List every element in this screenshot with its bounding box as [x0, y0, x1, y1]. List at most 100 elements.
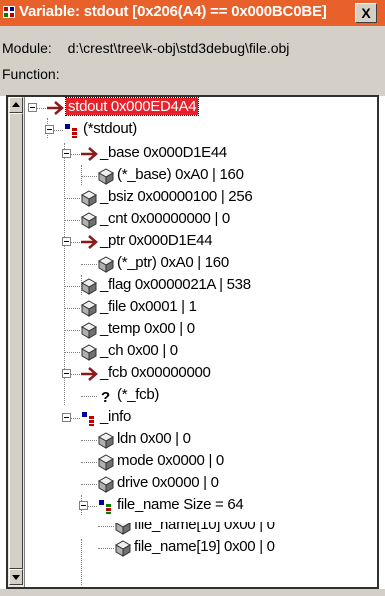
tree-connector [64, 198, 80, 199]
tree-node-label[interactable]: _info [100, 408, 131, 425]
tree-view[interactable]: stdout 0x000ED4A4 (*stdout) _base 0x000D1E… [26, 97, 377, 587]
tree-row[interactable]: _bsiz 0x00000100 | 256 [26, 187, 377, 209]
tree-connector [71, 242, 80, 243]
tree-connector [54, 130, 63, 131]
variable-window-icon [3, 6, 15, 18]
tree-node-label[interactable]: stdout 0x000ED4A4 [64, 97, 200, 116]
value-cube-icon [97, 255, 115, 273]
tree-connector [81, 440, 97, 441]
vertical-scrollbar[interactable] [8, 97, 25, 587]
value-cube-icon [80, 189, 98, 207]
pointer-arrow-icon [80, 365, 98, 383]
module-line: Module: d:\crest\tree\k-obj\std3debug\fi… [2, 40, 289, 56]
tree-connector [71, 418, 80, 419]
tree-row[interactable]: _info [26, 407, 377, 429]
module-path: d:\crest\tree\k-obj\std3debug\file.obj [67, 40, 290, 56]
tree-connector [81, 462, 97, 463]
tree-node-label[interactable]: ldn 0x00 | 0 [117, 430, 191, 447]
tree-connector [64, 352, 80, 353]
tree-row[interactable]: _ptr 0x000D1E44 [26, 231, 377, 253]
tree-node-label[interactable]: _cnt 0x00000000 | 0 [100, 210, 230, 227]
tree-row[interactable]: _ch 0x00 | 0 [26, 341, 377, 363]
window-title: Variable: stdout [0x206(A4) == 0x000BC0B… [19, 3, 327, 20]
tree-row[interactable]: file_name Size = 64 [26, 495, 377, 517]
tree-row[interactable]: (*_base) 0xA0 | 160 [26, 165, 377, 187]
close-button[interactable]: X [355, 3, 377, 23]
tree-row[interactable]: (*_ptr) 0xA0 | 160 [26, 253, 377, 275]
tree-node-label[interactable]: _bsiz 0x00000100 | 256 [100, 188, 253, 205]
tree-node-label[interactable]: drive 0x0000 | 0 [117, 474, 219, 491]
tree-connector [64, 308, 80, 309]
tree-row[interactable]: drive 0x0000 | 0 [26, 473, 377, 495]
value-cube-icon [80, 211, 98, 229]
window-bottom-edge [0, 589, 385, 596]
value-cube-icon [97, 475, 115, 493]
value-cube-icon [80, 277, 98, 295]
arrow-down-icon [12, 575, 20, 580]
scrollbar-thumb[interactable] [9, 113, 23, 569]
tree-node-label[interactable]: _ch 0x00 | 0 [100, 342, 178, 359]
tree-node-label[interactable]: file_name Size = 64 [117, 496, 244, 513]
function-label: Function: [2, 66, 60, 82]
collapse-toggle[interactable] [28, 103, 37, 112]
tree-row[interactable]: ldn 0x00 | 0 [26, 429, 377, 451]
value-cube-icon [80, 299, 98, 317]
arrow-up-icon [12, 102, 20, 107]
tree-node-label[interactable]: _file 0x0001 | 1 [100, 298, 197, 315]
tree-row[interactable]: file_name[10] 0x00 | 0 [26, 515, 377, 537]
tree-node-label[interactable]: file_name[10] 0x00 | 0 [134, 522, 275, 533]
scroll-up-button[interactable] [9, 97, 23, 113]
tree-connector [71, 374, 80, 375]
tree-connector [64, 220, 80, 221]
tree-node-label[interactable]: mode 0x0000 | 0 [117, 452, 224, 469]
tree-node-label[interactable]: (*stdout) [83, 120, 137, 137]
tree-node-label[interactable]: (*_fcb) [117, 386, 159, 403]
tree-connector [98, 526, 114, 527]
info-panel: Module: d:\crest\tree\k-obj\std3debug\fi… [0, 26, 385, 92]
tree-node-label[interactable]: _fcb 0x00000000 [100, 364, 211, 381]
collapse-toggle[interactable] [62, 369, 71, 378]
tree-connector [37, 108, 46, 109]
tree-connector [81, 264, 97, 265]
tree-row[interactable]: mode 0x0000 | 0 [26, 451, 377, 473]
collapse-toggle[interactable] [45, 125, 54, 134]
tree-row[interactable]: stdout 0x000ED4A4 [26, 97, 377, 119]
tree-row[interactable]: file_name[19] 0x00 | 0 [26, 537, 377, 559]
tree-connector [71, 154, 80, 155]
tree-node-label[interactable]: _temp 0x00 | 0 [100, 320, 195, 337]
tree-node-label[interactable]: (*_base) 0xA0 | 160 [117, 166, 244, 183]
tree-row[interactable]: _flag 0x0000021A | 538 [26, 275, 377, 297]
struct-icon [63, 121, 81, 139]
tree-connector [81, 484, 97, 485]
tree-connector [98, 548, 114, 549]
tree-connector [64, 330, 80, 331]
tree-row[interactable]: ? (*_fcb) [26, 385, 377, 407]
collapse-toggle[interactable] [79, 501, 88, 510]
tree-node-label[interactable]: file_name[19] 0x00 | 0 [134, 538, 275, 555]
tree-node-label[interactable]: _ptr 0x000D1E44 [100, 232, 213, 249]
tree-row[interactable]: _temp 0x00 | 0 [26, 319, 377, 341]
value-cube-icon [114, 523, 132, 535]
tree-connector [88, 506, 97, 507]
tree-row[interactable]: _base 0x000D1E44 [26, 143, 377, 165]
array-icon [97, 497, 115, 515]
collapse-toggle[interactable] [62, 149, 71, 158]
question-icon: ? [97, 387, 115, 406]
tree-row[interactable]: _cnt 0x00000000 | 0 [26, 209, 377, 231]
tree-row[interactable]: (*stdout) [26, 119, 377, 141]
collapse-toggle[interactable] [62, 237, 71, 246]
collapse-toggle[interactable] [62, 413, 71, 422]
tree-node-label[interactable]: (*_ptr) 0xA0 | 160 [117, 254, 229, 271]
tree-row[interactable]: _fcb 0x00000000 [26, 363, 377, 385]
value-cube-icon [97, 167, 115, 185]
pointer-arrow-icon [80, 145, 98, 163]
function-line: Function: [2, 66, 60, 82]
pointer-arrow-icon [80, 233, 98, 251]
tree-node-label[interactable]: _base 0x000D1E44 [100, 144, 227, 161]
tree-row[interactable]: _file 0x0001 | 1 [26, 297, 377, 319]
module-label: Module: [2, 40, 52, 56]
pointer-arrow-icon [46, 99, 64, 117]
tree-node-label[interactable]: _flag 0x0000021A | 538 [100, 276, 251, 293]
scroll-down-button[interactable] [9, 569, 23, 585]
value-cube-icon [80, 343, 98, 361]
